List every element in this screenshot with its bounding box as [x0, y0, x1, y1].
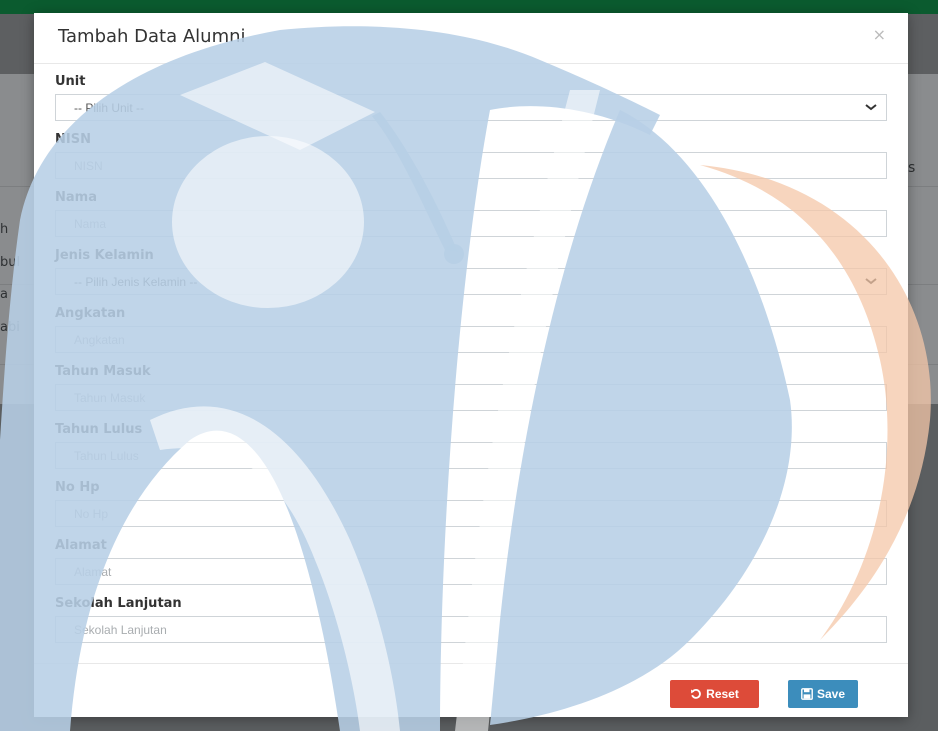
- undo-icon: [691, 688, 702, 699]
- no-hp-input[interactable]: [56, 501, 886, 526]
- field-label: Unit: [55, 74, 86, 89]
- field-label: Tahun Lulus: [55, 422, 143, 437]
- modal-header: Tambah Data Alumni ×: [34, 13, 908, 64]
- header-fragment: s: [908, 160, 916, 176]
- tahun-masuk-input[interactable]: [56, 385, 886, 410]
- tahun-lulus-field: [55, 442, 887, 469]
- sidebar-fragment: a: [0, 287, 8, 302]
- angkatan-input[interactable]: [56, 327, 886, 352]
- floppy-disk-icon: [801, 688, 813, 700]
- field-label: No Hp: [55, 480, 100, 495]
- nama-field: [55, 210, 887, 237]
- unit-select[interactable]: -- Pilih Unit --: [55, 94, 887, 121]
- field-label: Tahun Masuk: [55, 364, 151, 379]
- field-label: Sekolah Lanjutan: [55, 596, 182, 611]
- add-alumni-modal: Tambah Data Alumni × Unit -- Pilih Unit …: [34, 13, 908, 717]
- jenis-kelamin-select[interactable]: -- Pilih Jenis Kelamin --: [55, 268, 887, 295]
- chevron-down-icon: [865, 104, 877, 111]
- modal-title: Tambah Data Alumni: [58, 26, 246, 47]
- alamat-input[interactable]: [56, 559, 886, 584]
- field-label: Angkatan: [55, 306, 126, 321]
- chevron-down-icon: [865, 278, 877, 285]
- sekolah-lanjutan-field: [55, 616, 887, 643]
- sidebar-fragment: bul: [0, 255, 21, 270]
- field-label: Nama: [55, 190, 97, 205]
- nisn-field: [55, 152, 887, 179]
- reset-label: Reset: [706, 687, 739, 701]
- save-label: Save: [816, 687, 846, 701]
- sekolah-lanjutan-input[interactable]: [56, 617, 886, 642]
- save-button[interactable]: Save: [788, 680, 858, 708]
- alamat-field: [55, 558, 887, 585]
- no-hp-field: [55, 500, 887, 527]
- reset-button[interactable]: Reset: [670, 680, 759, 708]
- tahun-masuk-field: [55, 384, 887, 411]
- select-value: -- Pilih Unit --: [74, 101, 145, 115]
- nama-input[interactable]: [56, 211, 886, 236]
- nisn-input[interactable]: [56, 153, 886, 178]
- close-icon[interactable]: ×: [873, 25, 886, 44]
- sidebar-fragment: abi: [0, 320, 20, 335]
- field-label: NISN: [55, 132, 91, 147]
- field-label: Alamat: [55, 538, 107, 553]
- select-value: -- Pilih Jenis Kelamin --: [74, 275, 198, 289]
- sidebar-fragment: h: [0, 222, 9, 237]
- app-topbar: [0, 0, 938, 14]
- tahun-lulus-input[interactable]: [56, 443, 886, 468]
- angkatan-field: [55, 326, 887, 353]
- modal-footer: Reset Save: [34, 663, 908, 718]
- field-label: Jenis Kelamin: [55, 248, 154, 263]
